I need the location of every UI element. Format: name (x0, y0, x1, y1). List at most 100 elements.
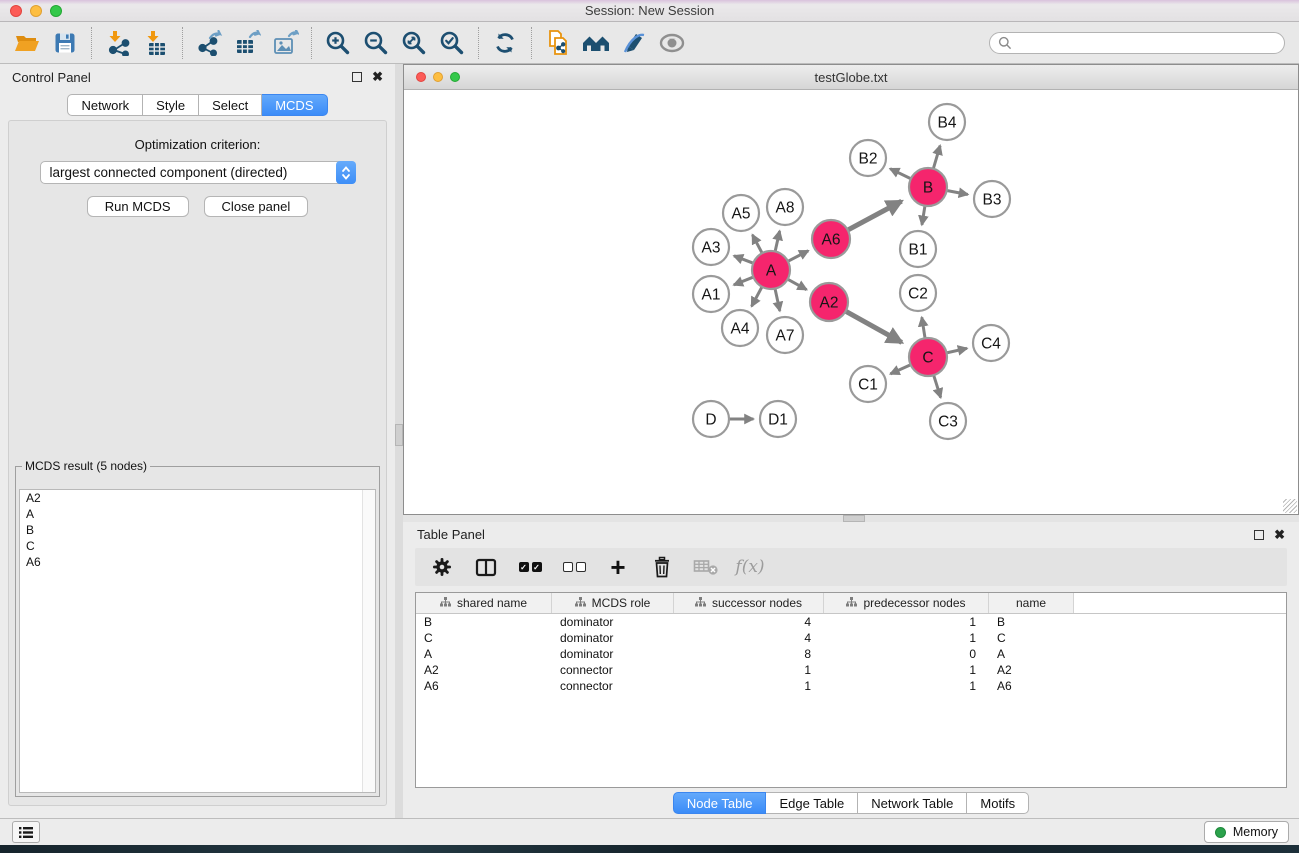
node-table[interactable]: shared nameMCDS rolesuccessor nodesprede… (415, 592, 1287, 788)
graph-edge-A-A7[interactable] (775, 289, 780, 311)
first-neighbors-button[interactable] (577, 25, 615, 61)
column-header-MCDS-role[interactable]: MCDS role (552, 593, 674, 613)
run-mcds-button[interactable]: Run MCDS (87, 196, 189, 217)
criterion-select[interactable]: largest connected component (directed) (40, 161, 356, 184)
search-input[interactable] (1017, 36, 1276, 50)
horizontal-splitter[interactable] (403, 515, 1299, 522)
graph-edge-A-A4[interactable] (752, 287, 762, 307)
graph-edge-B-B3[interactable] (947, 191, 968, 195)
export-table-button[interactable] (228, 25, 266, 61)
float-panel-icon[interactable] (352, 72, 362, 82)
graph-edge-A-A3[interactable] (734, 256, 753, 263)
table-row[interactable]: Adominator80A (416, 646, 1286, 662)
zoom-fit-icon (401, 30, 427, 56)
new-network-from-selection-button[interactable] (539, 25, 577, 61)
import-network-button[interactable] (99, 25, 137, 61)
delete-table-button[interactable] (689, 551, 723, 583)
graph-edge-A-A1[interactable] (734, 277, 754, 285)
table-settings-button[interactable] (425, 551, 459, 583)
graph-node-label: A8 (776, 200, 795, 217)
table-cell: dominator (552, 631, 674, 645)
hide-annotations-button[interactable] (615, 25, 653, 61)
scrollbar-track[interactable] (362, 490, 375, 792)
graph-edge-C-C4[interactable] (947, 348, 967, 353)
zoom-selected-button[interactable] (433, 25, 471, 61)
graph-edge-A-A6[interactable] (788, 251, 808, 262)
table-cell: 4 (674, 631, 824, 645)
table-row[interactable]: A2connector11A2 (416, 662, 1286, 678)
memory-button[interactable]: Memory (1204, 821, 1289, 843)
mcds-result-item[interactable]: A6 (20, 554, 375, 570)
splitter-handle[interactable] (395, 424, 403, 446)
column-header-successor-nodes[interactable]: successor nodes (674, 593, 824, 613)
graph-edge-B-B4[interactable] (933, 146, 940, 169)
close-panel-icon[interactable]: ✖ (372, 72, 383, 82)
tab-select[interactable]: Select (199, 94, 262, 116)
save-floppy-icon (53, 31, 77, 55)
column-header-predecessor-nodes[interactable]: predecessor nodes (824, 593, 989, 613)
mcds-result-item[interactable]: A (20, 506, 375, 522)
graph-edge-C-C1[interactable] (890, 365, 910, 374)
tab-network[interactable]: Network (67, 94, 143, 116)
network-canvas[interactable]: B4B2BB3A8A5A6A3B1AC2A1A2A4A7C4CC1C3DD1 (404, 90, 1298, 514)
tab-edge-table[interactable]: Edge Table (766, 792, 858, 814)
table-row[interactable]: Bdominator41B (416, 614, 1286, 630)
delete-column-button[interactable] (645, 551, 679, 583)
graph-edge-A6-B[interactable] (848, 201, 902, 230)
zoom-fit-button[interactable] (395, 25, 433, 61)
select-all-rows-button[interactable]: ✓✓ (513, 551, 547, 583)
table-cell: C (416, 631, 552, 645)
tab-motifs[interactable]: Motifs (967, 792, 1029, 814)
resize-grip[interactable] (1283, 499, 1297, 513)
zoom-out-button[interactable] (357, 25, 395, 61)
graph-edge-B-B2[interactable] (890, 169, 911, 179)
import-table-button[interactable] (137, 25, 175, 61)
graph-edge-A2-C[interactable] (846, 311, 902, 342)
export-image-button[interactable] (266, 25, 304, 61)
save-session-button[interactable] (46, 25, 84, 61)
add-column-button[interactable]: + (601, 551, 635, 583)
search-box[interactable] (989, 32, 1285, 54)
graph-edge-C-C3[interactable] (934, 375, 941, 397)
splitter-handle[interactable] (843, 515, 865, 522)
close-panel-icon[interactable]: ✖ (1274, 530, 1285, 540)
graph-node-label: A5 (732, 206, 751, 223)
mcds-result-item[interactable]: A2 (20, 490, 375, 506)
graph-node-label: D (705, 412, 716, 429)
export-network-button[interactable] (190, 25, 228, 61)
open-folder-icon (14, 31, 41, 55)
table-panel: Table Panel ✖ (403, 522, 1299, 818)
tab-mcds[interactable]: MCDS (262, 94, 327, 116)
toolbar-separator (531, 27, 532, 59)
show-task-history-button[interactable] (12, 821, 40, 843)
zoom-in-button[interactable] (319, 25, 357, 61)
refresh-view-button[interactable] (486, 25, 524, 61)
table-cell: 1 (824, 631, 989, 645)
show-graphics-details-button[interactable] (653, 25, 691, 61)
mcds-result-list[interactable]: A2ABCA6 (19, 489, 376, 793)
graph-edge-B-B1[interactable] (922, 206, 925, 225)
function-builder-button[interactable]: f(x) (733, 551, 767, 583)
graph-edge-A-A2[interactable] (788, 279, 807, 289)
mcds-result-item[interactable]: B (20, 522, 375, 538)
vertical-splitter[interactable] (395, 64, 403, 818)
float-panel-icon[interactable] (1254, 530, 1264, 540)
tab-node-table[interactable]: Node Table (673, 792, 767, 814)
table-cell: 0 (824, 647, 989, 661)
column-header-name[interactable]: name (989, 593, 1074, 613)
table-row[interactable]: Cdominator41C (416, 630, 1286, 646)
column-header-shared-name[interactable]: shared name (416, 593, 552, 613)
graph-edge-A-A5[interactable] (752, 235, 762, 253)
graph-node-label: C4 (981, 336, 1001, 353)
tab-style[interactable]: Style (143, 94, 199, 116)
open-session-button[interactable] (8, 25, 46, 61)
mcds-result-item[interactable]: C (20, 538, 375, 554)
table-row[interactable]: A6connector11A6 (416, 678, 1286, 694)
table-cell: dominator (552, 647, 674, 661)
graph-edge-A-A8[interactable] (775, 231, 780, 251)
show-column-panel-button[interactable] (469, 551, 503, 583)
graph-edge-C-C2[interactable] (922, 317, 925, 338)
close-panel-button[interactable]: Close panel (204, 196, 309, 217)
tab-network-table[interactable]: Network Table (858, 792, 967, 814)
deselect-all-rows-button[interactable] (557, 551, 591, 583)
